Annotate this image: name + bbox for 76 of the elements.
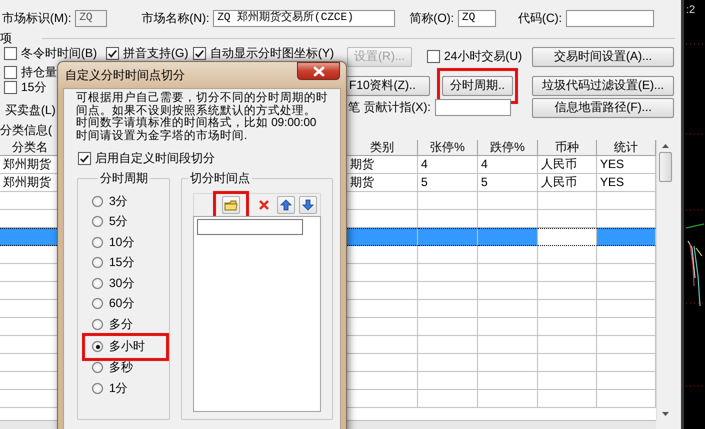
field-label: 代码(C): — [518, 10, 562, 27]
description-text: 可根据用户自己需要，切分不同的分时周期的时 — [76, 92, 328, 104]
radio-label: 5分 — [109, 213, 128, 230]
radio-label: 多秒 — [109, 359, 133, 376]
checkbox[interactable] — [78, 152, 91, 165]
section-label: 买卖盘(L) — [5, 102, 56, 119]
radio-label: 1分 — [109, 380, 128, 397]
table-cell: 人民币 — [538, 174, 597, 192]
time-label: :2 — [685, 3, 696, 16]
radio-label: 15分 — [109, 254, 134, 272]
push-button[interactable]: 分时周期.. — [442, 76, 513, 96]
text-field[interactable]: ZQ 郑州期货交易所(CZCE) — [213, 10, 396, 27]
table-cell: 5 — [478, 174, 538, 192]
column-header[interactable]: 跌停% — [478, 140, 538, 156]
toolbar-button[interactable] — [299, 196, 317, 214]
text-field[interactable] — [434, 99, 511, 116]
scroll-thumb[interactable] — [658, 152, 672, 182]
dialog-title: 自定义分时时间点切分 — [65, 66, 185, 84]
up-arrow-icon — [279, 199, 293, 211]
radio-button[interactable] — [92, 216, 103, 228]
toolbar-button[interactable] — [277, 196, 295, 214]
column-header[interactable]: 币种 — [538, 140, 597, 156]
text-field[interactable] — [566, 10, 654, 27]
close-icon — [312, 66, 324, 76]
push-button[interactable]: 垃圾代码过滤设置(E)... — [532, 76, 674, 96]
radio-label: 60分 — [109, 295, 134, 312]
checkbox-label: 24小时交易(U) — [444, 48, 522, 66]
checkbox-label: 持仓量 — [21, 64, 57, 81]
delete-icon — [257, 199, 271, 211]
table-cell: 4 — [418, 156, 478, 174]
checkbox[interactable] — [4, 47, 17, 60]
radio-button[interactable] — [92, 382, 103, 394]
radio-label: 30分 — [109, 274, 134, 292]
section-label: 分类信息( — [0, 122, 52, 139]
toolbar-button[interactable] — [222, 196, 240, 214]
radio-button[interactable] — [92, 257, 103, 268]
checkbox[interactable] — [106, 47, 119, 60]
table-cell: 4 — [478, 156, 538, 174]
folder-icon — [224, 199, 238, 211]
radio-button[interactable] — [92, 341, 103, 352]
description-text: 时间数字请填标准的时间格式，比如 09:00:00 — [76, 117, 316, 129]
close-button[interactable] — [297, 62, 340, 80]
description-text: 间点。如果不设则按照系统默认的方式处理。 — [76, 104, 316, 116]
checkbox-label: 15分 — [21, 78, 46, 96]
radio-button[interactable] — [92, 196, 103, 207]
radio-button[interactable] — [92, 236, 103, 248]
table-cell: 人民币 — [538, 156, 597, 174]
radio-button[interactable] — [92, 362, 103, 374]
focused-cell[interactable] — [538, 228, 597, 246]
field-label: 市场标识(M): — [2, 10, 72, 27]
checkbox-label: 自动显示分时图坐标(Y) — [210, 45, 334, 62]
push-button[interactable]: 交易时间设置(A)... — [532, 46, 674, 67]
checkbox-label: 冬令时时间(B) — [21, 45, 97, 62]
radio-button[interactable] — [92, 298, 103, 310]
checkbox[interactable] — [427, 50, 440, 64]
radio-button[interactable] — [92, 278, 103, 289]
field-label: 简称(O): — [409, 10, 454, 27]
radio-label: 3分 — [109, 192, 128, 210]
table-cell: 5 — [418, 174, 478, 192]
checkbox[interactable] — [4, 80, 17, 94]
checkbox[interactable] — [4, 66, 17, 79]
radio-button[interactable] — [92, 318, 103, 330]
field-label: 市场名称(N): — [141, 10, 210, 27]
field-label: 笔 贡献计指(X): — [348, 99, 431, 116]
checkbox-label: 拼音支持(G) — [123, 45, 188, 62]
push-button[interactable]: 信息地雷路径(F)... — [532, 98, 674, 118]
down-arrow-icon — [301, 199, 315, 211]
column-header[interactable]: 张停% — [418, 140, 478, 156]
checkbox[interactable] — [193, 47, 206, 60]
section-title: 项 — [0, 30, 12, 48]
radio-label: 多分 — [109, 316, 133, 333]
radio-label: 多小时 — [109, 338, 145, 355]
edit-field[interactable] — [197, 219, 303, 235]
description-text: 时间请设置为金字塔的市场时间. — [76, 130, 248, 142]
text-field[interactable]: ZQ — [458, 10, 496, 27]
radio-label: 10分 — [109, 234, 134, 251]
